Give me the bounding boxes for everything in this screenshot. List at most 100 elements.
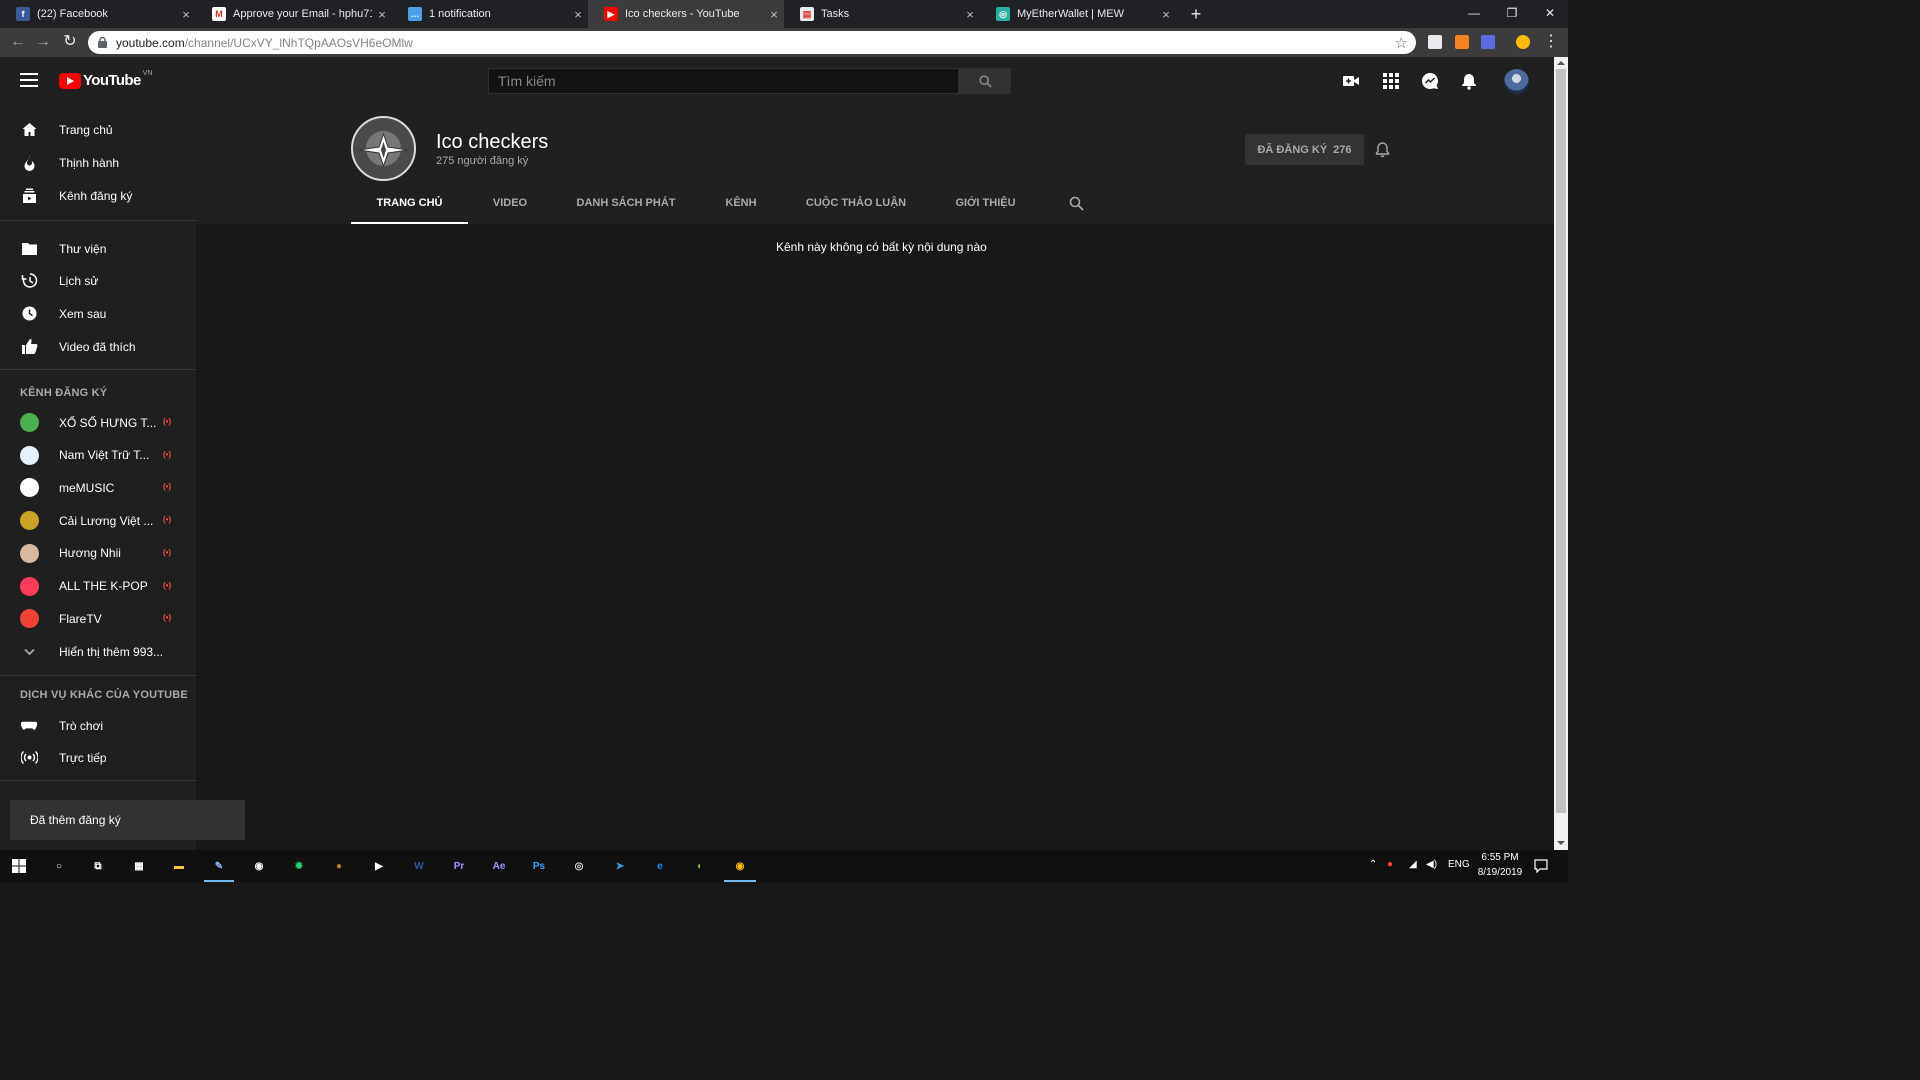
tab-about[interactable]: GIỚI THIỆU xyxy=(948,197,1023,224)
notification-bell-icon[interactable] xyxy=(1374,141,1391,158)
telegram-icon[interactable]: ➤ xyxy=(608,854,632,878)
chrome-icon[interactable]: ◉ xyxy=(728,854,752,878)
search-button[interactable] xyxy=(959,68,1011,94)
metamask-extension-icon[interactable] xyxy=(1455,35,1469,49)
subscription-channel-label: ALL THE K-POP xyxy=(59,579,148,593)
wifi-icon[interactable]: ◢ xyxy=(1409,859,1417,870)
tab-channels[interactable]: KÊNH xyxy=(716,197,766,224)
tray-time[interactable]: 6:55 PM xyxy=(1476,852,1524,863)
browser-tab[interactable]: M Approve your Email - hphu711@× xyxy=(196,0,392,28)
tab-home[interactable]: TRANG CHỦ xyxy=(351,197,468,224)
green-app-icon[interactable]: ✹ xyxy=(287,854,311,878)
media-app-icon[interactable]: ◉ xyxy=(247,854,271,878)
subscription-channel-item[interactable]: Cải Lương Việt ... (•) xyxy=(0,504,196,537)
mew-icon: ◎ xyxy=(996,7,1010,21)
sidebar-item-home[interactable]: Trang chủ xyxy=(0,113,196,146)
store-icon[interactable]: ▦ xyxy=(127,854,151,878)
new-tab-button[interactable]: + xyxy=(1186,4,1206,24)
browser-tab[interactable]: f (22) Facebook × xyxy=(0,0,196,28)
antivirus-tray-icon[interactable]: ● xyxy=(1387,859,1393,870)
scroll-down-arrow[interactable] xyxy=(1557,841,1565,845)
subscription-channel-item[interactable]: Hương Nhii (•) xyxy=(0,537,196,570)
active-app-indicator xyxy=(204,880,234,882)
channel-avatar xyxy=(20,445,39,465)
create-video-icon[interactable] xyxy=(1342,72,1360,90)
user-avatar[interactable] xyxy=(1504,69,1529,94)
minimize-button[interactable]: — xyxy=(1464,4,1484,22)
scrollbar-thumb[interactable] xyxy=(1556,69,1566,813)
apps-grid-icon[interactable] xyxy=(1382,72,1400,90)
tray-overflow-icon[interactable]: ⌃ xyxy=(1369,859,1377,870)
show-more-subscriptions[interactable]: Hiển thị thêm 993... xyxy=(0,635,196,668)
sidebar-item-gaming[interactable]: Trò chơi xyxy=(0,709,196,742)
channel-avatar[interactable] xyxy=(351,116,416,181)
search-input[interactable] xyxy=(489,69,958,93)
browser-tab[interactable]: ▶ Ico checkers - YouTube × xyxy=(588,0,784,28)
browser-tab[interactable]: ▤ Tasks × xyxy=(784,0,980,28)
forward-button[interactable]: → xyxy=(34,33,52,51)
close-tab-icon[interactable]: × xyxy=(372,7,392,22)
premiere-icon[interactable]: Pr xyxy=(447,854,471,878)
hamburger-menu-icon[interactable] xyxy=(20,73,38,87)
chrome-menu-icon[interactable]: ⋮ xyxy=(1542,33,1560,51)
bookmark-star-icon[interactable]: ☆ xyxy=(1395,34,1408,52)
volume-icon[interactable]: ◀) xyxy=(1426,859,1437,870)
browser-toolbar: ← → ↻ youtube.com/channel/UCxVY_lNhTQpAA… xyxy=(0,28,1568,57)
close-tab-icon[interactable]: × xyxy=(176,7,196,22)
profile-icon[interactable] xyxy=(1516,35,1530,49)
subscription-channel-item[interactable]: FlareTV (•) xyxy=(0,602,196,635)
close-tab-icon[interactable]: × xyxy=(764,7,784,22)
cleaner-icon[interactable]: ◐ xyxy=(688,854,712,878)
tab-videos[interactable]: VIDEO xyxy=(480,197,540,224)
sidebar-item-watch-later[interactable]: Xem sau xyxy=(0,297,196,330)
close-tab-icon[interactable]: × xyxy=(1156,7,1176,22)
browser-tab[interactable]: ◎ MyEtherWallet | MEW × xyxy=(980,0,1176,28)
language-indicator[interactable]: ENG xyxy=(1448,859,1470,870)
sidebar-item-subscriptions[interactable]: Kênh đăng ký xyxy=(0,179,196,212)
word-icon[interactable]: W xyxy=(407,854,431,878)
restore-button[interactable]: ❐ xyxy=(1502,4,1522,22)
reload-button[interactable]: ↻ xyxy=(61,33,79,51)
qr-extension-icon[interactable] xyxy=(1428,35,1442,49)
sidebar-item-history[interactable]: Lịch sử xyxy=(0,264,196,297)
sidebar-item-library[interactable]: Thư viện xyxy=(0,232,196,265)
sidebar-item-trending[interactable]: Thịnh hành xyxy=(0,146,196,179)
close-window-button[interactable]: ✕ xyxy=(1540,4,1560,22)
close-tab-icon[interactable]: × xyxy=(960,7,980,22)
action-center-icon[interactable] xyxy=(1534,859,1548,873)
messages-icon[interactable] xyxy=(1421,72,1439,90)
address-bar[interactable]: youtube.com/channel/UCxVY_lNhTQpAAOsVH6e… xyxy=(88,31,1416,54)
browser-tab[interactable]: … 1 notification × xyxy=(392,0,588,28)
subscription-channel-item[interactable]: XỔ SỐ HƯNG T... (•) xyxy=(0,406,196,439)
gmail-icon: M xyxy=(212,7,226,21)
youtube-logo[interactable]: YouTube VN xyxy=(59,70,152,89)
scroll-up-arrow[interactable] xyxy=(1557,61,1565,65)
bitcoin-app-icon[interactable]: ● xyxy=(327,854,351,878)
channel-search-icon[interactable] xyxy=(1069,196,1084,211)
subscribed-button[interactable]: ĐÃ ĐĂNG KÝ 276 xyxy=(1245,134,1364,165)
task-view-icon[interactable]: ⧉ xyxy=(86,854,110,878)
photoshop-icon[interactable]: Ps xyxy=(527,854,551,878)
tab-title: 1 notification xyxy=(429,8,491,20)
obs-icon[interactable]: ◎ xyxy=(567,854,591,878)
subscription-channel-item[interactable]: Nam Việt Trữ T... (•) xyxy=(0,439,196,472)
tab-playlists[interactable]: DANH SÁCH PHÁT xyxy=(566,197,686,224)
notifications-bell-icon[interactable] xyxy=(1460,72,1478,90)
paint-icon[interactable]: ✎ xyxy=(207,854,231,878)
file-explorer-icon[interactable]: ▬ xyxy=(167,854,191,878)
extension-icon[interactable] xyxy=(1481,35,1495,49)
tray-date[interactable]: 8/19/2019 xyxy=(1476,867,1524,878)
cortana-icon[interactable]: ○ xyxy=(47,854,71,878)
sidebar-item-live[interactable]: Trực tiếp xyxy=(0,741,196,774)
tab-discussion[interactable]: CUỘC THẢO LUẬN xyxy=(800,197,912,224)
sidebar-item-liked-videos[interactable]: Video đã thích xyxy=(0,330,196,363)
page-scrollbar[interactable] xyxy=(1554,57,1568,850)
player-icon[interactable]: ▶ xyxy=(367,854,391,878)
windows-start-icon[interactable] xyxy=(12,859,26,873)
edge-icon[interactable]: e xyxy=(648,854,672,878)
back-button[interactable]: ← xyxy=(9,33,27,51)
subscription-channel-item[interactable]: ALL THE K-POP (•) xyxy=(0,570,196,603)
subscription-channel-item[interactable]: meMUSIC (•) xyxy=(0,471,196,504)
close-tab-icon[interactable]: × xyxy=(568,7,588,22)
after-effects-icon[interactable]: Ae xyxy=(487,854,511,878)
